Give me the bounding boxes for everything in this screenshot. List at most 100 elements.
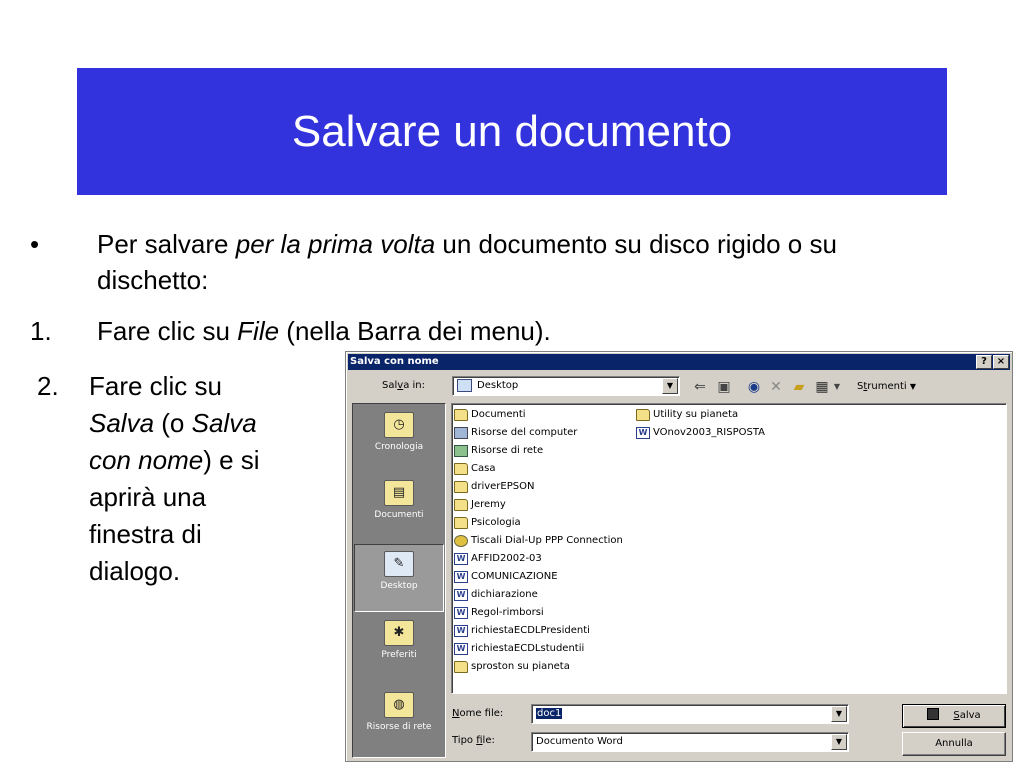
place-my-documents[interactable]: ▤ Documenti: [354, 474, 444, 542]
folder-icon: [454, 463, 468, 475]
list-item-label: sproston su pianeta: [471, 661, 570, 672]
close-button[interactable]: ×: [993, 355, 1009, 369]
bullet-text: Per salvare per la prima volta un docume…: [97, 226, 927, 298]
save-in-value: Desktop: [477, 380, 519, 391]
dialog-titlebar: Salva con nome ? ×: [348, 354, 1010, 370]
save-in-label: Salva in:: [382, 380, 425, 391]
bullet-text-pre: Per salvare: [97, 229, 236, 259]
filename-value: doc1: [536, 708, 563, 719]
list-item[interactable]: W COMUNICAZIONE: [454, 568, 558, 586]
favorites-icon: ✱: [384, 620, 414, 646]
place-network[interactable]: ◍ Risorse di rete: [354, 686, 444, 754]
save-in-dropdown[interactable]: Desktop ▼: [452, 376, 680, 396]
back-arrow-icon[interactable]: ⇐: [690, 377, 710, 397]
new-folder-icon[interactable]: ▰: [789, 377, 809, 397]
places-bar: ◷ Cronologia ▤ Documenti ✎ Desktop ✱ Pre…: [352, 403, 446, 758]
list-item[interactable]: W VOnov2003_RISPOSTA: [636, 424, 765, 442]
help-button[interactable]: ?: [976, 355, 992, 369]
step2-text: Fare clic su Salva (o Salva con nome) e …: [89, 368, 289, 590]
step2-text-pre: Fare clic su: [89, 371, 222, 401]
bullet-text-italic: per la prima volta: [235, 229, 436, 259]
list-item[interactable]: WrichiestaECDLstudentii: [454, 640, 584, 658]
network-places-icon: ◍: [384, 692, 414, 718]
delete-icon[interactable]: ✕: [766, 377, 786, 397]
dialog-title: Salva con nome: [350, 356, 439, 367]
list-item[interactable]: Documenti: [454, 406, 526, 424]
word-document-icon: W: [454, 553, 468, 565]
list-item[interactable]: Casa: [454, 460, 495, 478]
word-document-icon: W: [454, 625, 468, 637]
chevron-down-icon[interactable]: ▼: [831, 706, 847, 722]
place-network-label: Risorse di rete: [366, 722, 432, 732]
folder-icon: [454, 409, 468, 421]
views-chevron-icon[interactable]: ▼: [832, 377, 842, 397]
step1-text-italic: File: [237, 316, 280, 346]
filetype-dropdown[interactable]: Documento Word ▼: [531, 732, 849, 752]
tools-chevron-icon: ▼: [909, 382, 917, 391]
place-history-label: Cronologia: [374, 442, 424, 452]
place-history[interactable]: ◷ Cronologia: [354, 406, 444, 474]
step2-text-mid: (o: [154, 408, 192, 438]
list-item[interactable]: sproston su pianeta: [454, 658, 570, 676]
word-document-icon: W: [454, 643, 468, 655]
list-item-label: Psicologia: [471, 517, 521, 528]
desktop-small-icon: [457, 379, 472, 392]
list-item-label: Utility su pianeta: [653, 409, 739, 420]
step2-marker: 2.: [37, 371, 59, 401]
list-item[interactable]: Wdichiarazione: [454, 586, 538, 604]
save-in-label-pre: Sal: [382, 380, 398, 391]
filename-label: Nome file:: [452, 708, 503, 719]
filetype-label: Tipo file:: [452, 735, 495, 746]
list-item[interactable]: Risorse del computer: [454, 424, 577, 442]
list-item-label: richiestaECDLstudentii: [471, 643, 585, 654]
list-item[interactable]: WrichiestaECDLPresidenti: [454, 622, 590, 640]
list-item[interactable]: W AFFID2002-03: [454, 550, 542, 568]
list-item-label: AFFID2002-03: [471, 553, 542, 564]
list-item[interactable]: driverEPSON: [454, 478, 534, 496]
list-item-label: Risorse di rete: [471, 445, 544, 456]
place-desktop-label: Desktop: [380, 581, 418, 591]
word-document-icon: W: [454, 607, 468, 619]
bullet-marker: •: [30, 229, 40, 259]
list-item[interactable]: Tiscali Dial-Up PPP Connection: [454, 532, 623, 550]
list-item[interactable]: W Regol-rimborsi: [454, 604, 544, 622]
history-icon: ◷: [384, 412, 414, 438]
chevron-down-icon[interactable]: ▼: [831, 734, 847, 750]
list-item-label: VOnov2003_RISPOSTA: [653, 427, 766, 438]
my-documents-icon: ▤: [384, 480, 414, 506]
step1-marker: 1.: [30, 316, 52, 346]
place-my-documents-label: Documenti: [374, 510, 424, 520]
list-item[interactable]: Jeremy: [454, 496, 506, 514]
filetype-label-post: ile:: [482, 735, 495, 746]
chevron-down-icon[interactable]: ▼: [662, 378, 678, 394]
list-item-label: Regol-rimborsi: [471, 607, 544, 618]
list-item-label: Tiscali Dial-Up PPP Connection: [471, 535, 623, 546]
up-folder-icon[interactable]: ▣: [714, 377, 734, 397]
list-item[interactable]: Risorse di rete: [454, 442, 543, 460]
word-document-icon: W: [454, 571, 468, 583]
cancel-button[interactable]: Annulla: [902, 732, 1006, 756]
save-button[interactable]: Salva: [902, 704, 1006, 728]
tools-menu[interactable]: Strumenti ▼: [857, 381, 916, 392]
list-item-label: dichiarazione: [471, 589, 538, 600]
filename-input[interactable]: doc1 ▼: [531, 704, 849, 724]
place-desktop[interactable]: ✎ Desktop: [354, 544, 444, 612]
folder-icon: [454, 481, 468, 493]
file-list[interactable]: Documenti Risorse del computer Risorse d…: [451, 403, 1007, 694]
word-document-icon: W: [454, 589, 468, 601]
place-favorites-label: Preferiti: [381, 650, 417, 660]
list-item-label: driverEPSON: [471, 481, 535, 492]
list-item-label: Risorse del computer: [471, 427, 578, 438]
tools-label-post: rumenti: [867, 381, 907, 392]
word-document-icon: W: [636, 427, 650, 439]
list-item[interactable]: Psicologia: [454, 514, 521, 532]
views-icon[interactable]: ▦: [812, 377, 832, 397]
search-web-icon[interactable]: ◉: [744, 377, 764, 397]
folder-shortcut-icon: [454, 661, 468, 673]
save-in-label-post: a in:: [403, 380, 425, 391]
step1-text-pre: Fare clic su: [97, 316, 238, 346]
floppy-disk-icon: [927, 708, 940, 720]
place-favorites[interactable]: ✱ Preferiti: [354, 614, 444, 682]
network-icon: [454, 445, 468, 457]
list-item[interactable]: Utility su pianeta: [636, 406, 738, 424]
